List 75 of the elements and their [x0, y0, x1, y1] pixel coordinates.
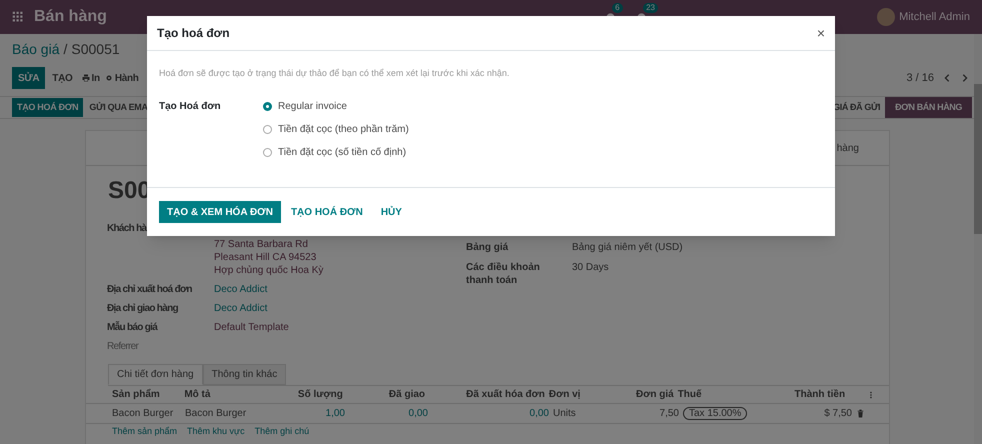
smart-button[interactable]: hàng: [836, 140, 859, 156]
create-button[interactable]: TẠO: [46, 67, 79, 89]
status-stage[interactable]: ĐƠN BÁN HÀNG: [885, 97, 972, 118]
notification-badge: 23: [643, 2, 658, 12]
dialog-note: Hoá đơn sẽ được tạo ở trạng thái dự thảo để bạn có thể xem xét lại trước khi xác nhận.: [159, 67, 510, 80]
edit-button[interactable]: SỬA: [12, 67, 46, 89]
column-header[interactable]: Đã xuất hóa đơn: [425, 387, 545, 402]
gear-icon: [104, 74, 113, 82]
field-label: Tạo Hoá đơn: [159, 100, 222, 114]
radio-button[interactable]: [263, 124, 272, 134]
field-value: Hợp chủng quốc Hoa Kỳ: [214, 264, 324, 277]
field-value: Bảng giá niêm yết (USD): [572, 241, 683, 254]
field-label: Khách hà: [107, 222, 148, 236]
notification-badge: 6: [612, 2, 623, 12]
app-title[interactable]: Bán hàng: [34, 5, 107, 29]
action-button[interactable]: Hành: [102, 67, 141, 89]
pager-text: 3 / 16: [906, 70, 934, 86]
breadcrumb-link[interactable]: Báo giá: [12, 39, 60, 60]
apps-grid-icon: [12, 11, 24, 23]
column-header[interactable]: Thuế: [674, 387, 754, 402]
radio-option[interactable]: Regular invoice: [263, 98, 409, 114]
radio-option[interactable]: Tiền đặt cọc (số tiền cố định): [263, 144, 409, 160]
field-label: Referrer: [107, 340, 140, 353]
avatar: [877, 8, 896, 26]
field-link[interactable]: Deco Addict: [214, 283, 268, 296]
dialog-title: Tạo hoá đơn: [157, 25, 230, 42]
column-header[interactable]: Đơn giá: [625, 387, 674, 402]
add-line-link[interactable]: Thêm sản phẩm: [112, 426, 178, 436]
add-line-link[interactable]: Thêm khu vực: [187, 426, 245, 436]
breadcrumb-separator: /: [63, 40, 68, 59]
print-button[interactable]: In: [80, 67, 102, 89]
column-header[interactable]: Đơn vị: [544, 387, 626, 402]
user-menu[interactable]: Mitchell Admin: [899, 8, 970, 26]
field-link[interactable]: Deco Addict: [214, 302, 268, 315]
field-value: 30 Days: [572, 261, 609, 275]
create-view-invoice-button[interactable]: TẠO & XEM HÓA ĐƠN: [159, 201, 281, 223]
table-cell-text: 1,00: [324, 407, 345, 421]
dialog-button[interactable]: TẠO HOÁ ĐƠN: [282, 201, 371, 223]
column-header[interactable]: Thành tiền: [754, 387, 846, 402]
table-cell-text: 0,00: [528, 407, 549, 421]
add-line-link[interactable]: Thêm ghi chú: [254, 426, 310, 436]
close-button[interactable]: ×: [816, 22, 825, 44]
radio-button[interactable]: [263, 148, 272, 156]
column-header[interactable]: Đã giao: [342, 387, 426, 402]
table-cell-text: 0,00: [408, 407, 428, 421]
radio-option[interactable]: Tiền đặt cọc (theo phần trăm): [263, 122, 409, 136]
field-label: Địa chỉ xuất hoá đơn: [107, 283, 193, 296]
send-email-button[interactable]: GỬI QUA EMA: [84, 98, 153, 117]
field-label: Bảng giá: [466, 241, 510, 254]
table-cell-text: $ 7,50: [823, 407, 852, 421]
table-cell-text: Units: [552, 407, 577, 421]
create-invoice-button[interactable]: TẠO HOÁ ĐƠN: [12, 98, 84, 117]
column-header[interactable]: Mô tả: [184, 387, 269, 402]
field-label: Các điều khoản thanh toán: [466, 261, 541, 287]
scrollbar-thumb[interactable]: [974, 84, 982, 234]
breadcrumb-current: S00051: [71, 40, 120, 59]
trash-icon: [856, 409, 865, 418]
table-cell-text: 7,50: [658, 407, 679, 421]
field-value: Default Template: [214, 321, 289, 334]
dialog-button[interactable]: HỦY: [372, 201, 410, 223]
chevron-right-icon: [960, 73, 970, 83]
radio-button[interactable]: [263, 102, 272, 110]
column-header[interactable]: Số lượng: [268, 387, 343, 402]
table-cell-text: Bacon Burger: [185, 407, 248, 421]
printer-icon: [82, 74, 90, 82]
form-tab[interactable]: Thông tin khác: [202, 364, 286, 385]
field-label: Địa chỉ giao hàng: [107, 302, 179, 315]
tax-tag: Tax 15.00%: [683, 407, 748, 420]
field-value: Pleasant Hill CA 94523: [214, 251, 318, 264]
column-header[interactable]: Sản phẩm: [100, 387, 184, 402]
form-tab[interactable]: Chi tiết đơn hàng: [108, 364, 203, 385]
field-value: 77 Santa Barbara Rd: [214, 238, 309, 251]
chevron-left-icon: [942, 73, 952, 83]
table-cell-text: Bacon Burger: [111, 407, 174, 421]
field-label: Mẫu báo giá: [107, 321, 159, 334]
